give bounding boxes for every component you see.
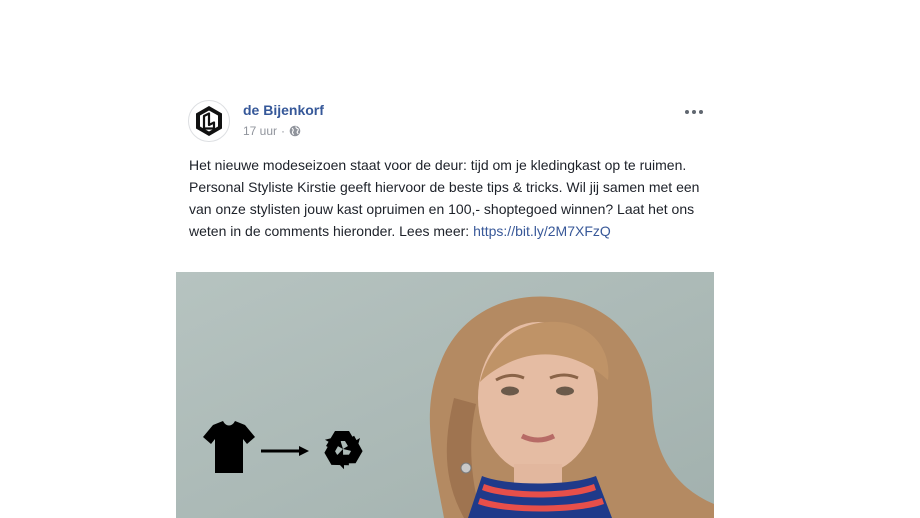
more-dot (692, 110, 696, 114)
post-meta: 17 uur · (243, 124, 301, 138)
post-header: de Bijenkorf 17 uur · (188, 100, 714, 144)
feed-post: de Bijenkorf 17 uur · Het nieuwe modesei… (176, 90, 714, 518)
globe-icon[interactable] (289, 125, 301, 137)
more-dot (685, 110, 689, 114)
recycle-icons (203, 421, 363, 473)
t-shirt-icon (203, 421, 255, 473)
post-text: Het nieuwe modeseizoen staat voor de deu… (189, 154, 701, 242)
page-name-link[interactable]: de Bijenkorf (243, 102, 324, 118)
bijenkorf-logo-icon (196, 106, 222, 136)
media-photo (176, 272, 714, 518)
post-media[interactable] (176, 272, 714, 518)
recycle-icon (324, 431, 363, 470)
arrow-right-icon (261, 446, 309, 456)
page-avatar[interactable] (188, 100, 230, 142)
meta-separator: · (281, 124, 286, 138)
more-dot (699, 110, 703, 114)
read-more-label: Lees meer: (399, 223, 470, 239)
more-options-button[interactable] (682, 104, 706, 120)
timestamp-link[interactable]: 17 uur (243, 124, 277, 138)
post-link[interactable]: https://bit.ly/2M7XFzQ (473, 223, 611, 239)
